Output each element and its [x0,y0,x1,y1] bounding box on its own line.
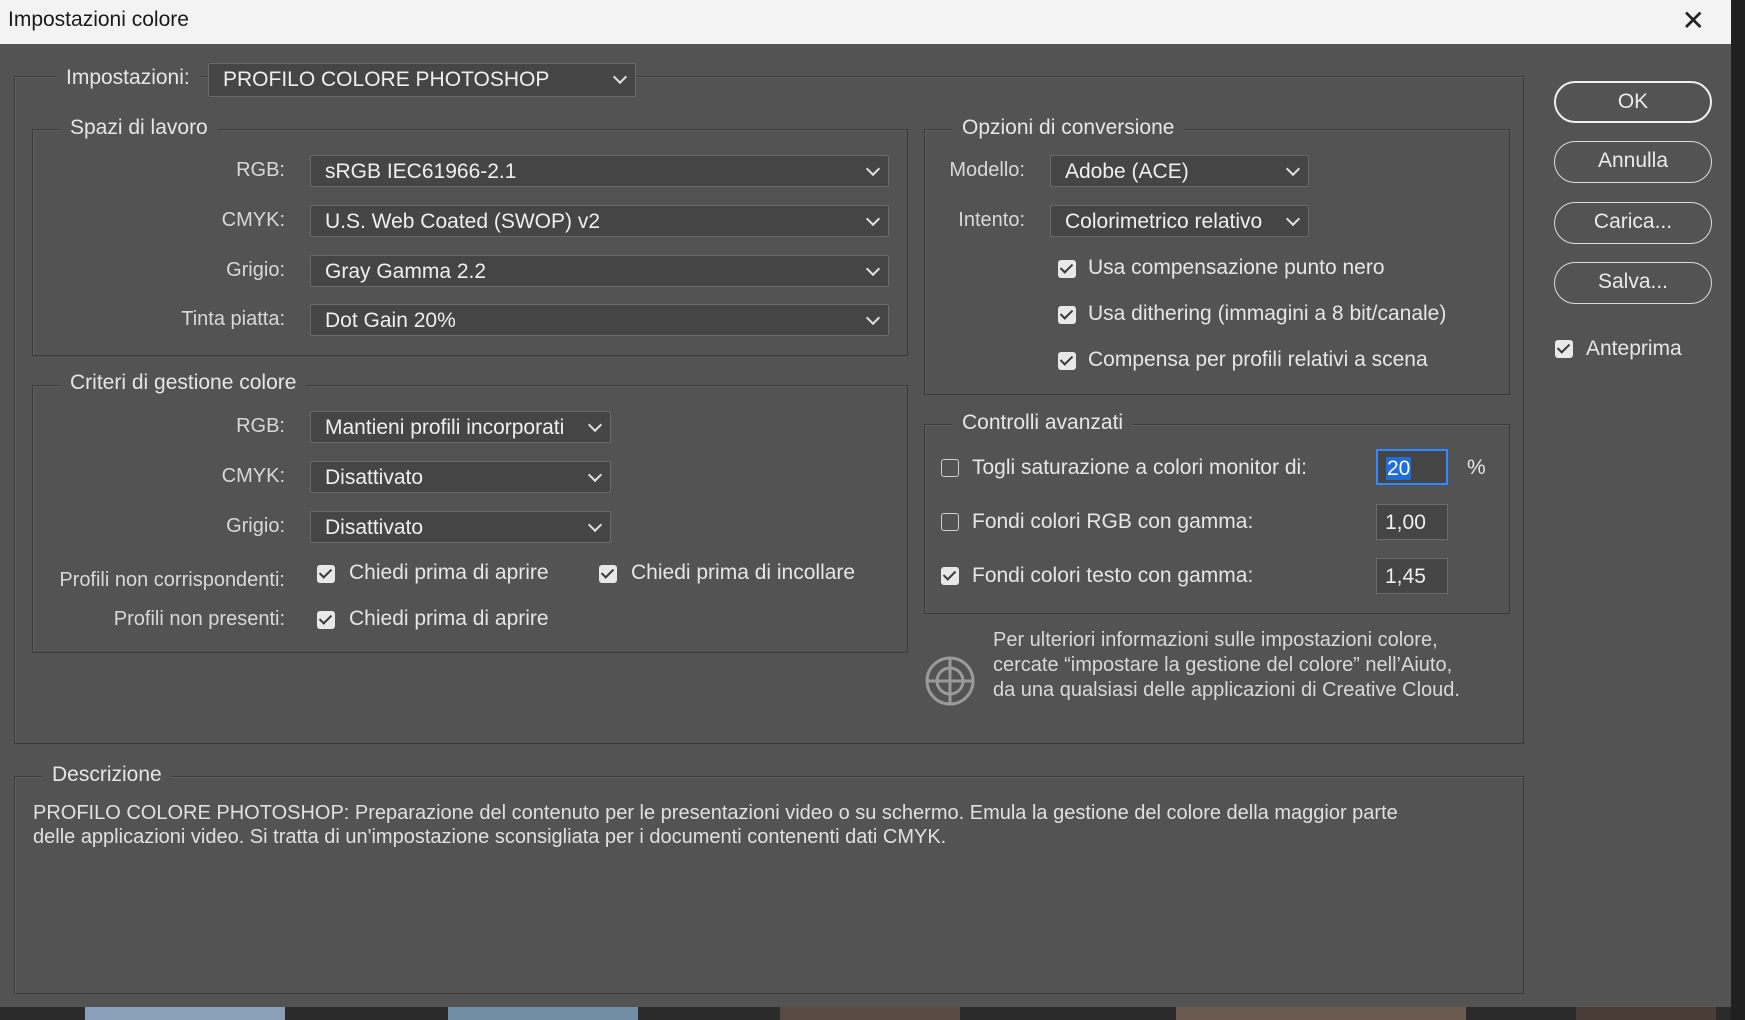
help-info-text: Per ulteriori informazioni sulle imposta… [993,629,1460,701]
title-bar: Impostazioni colore ✕ [0,0,1731,44]
mismatch-open-label[interactable]: Chiedi prima di aprire [349,561,549,585]
mismatch-open-checkbox[interactable] [317,565,335,583]
blend-text-label[interactable]: Fondi colori testo con gamma: [972,564,1253,588]
description-text: PROFILO COLORE PHOTOSHOP: Preparazione d… [33,802,1398,848]
policy-rgb-select[interactable]: Mantieni profili incorporati [310,411,611,443]
advanced-title: Controlli avanzati [952,411,1134,435]
missing-open-label[interactable]: Chiedi prima di aprire [349,607,549,631]
scene-referred-checkbox[interactable] [1058,352,1076,370]
profile-mismatch-label: Profili non corrispondenti: [59,569,285,591]
ws-gray-label: Grigio: [226,259,285,281]
mismatch-paste-label[interactable]: Chiedi prima di incollare [631,561,855,585]
blend-rgb-checkbox[interactable] [941,513,959,531]
missing-open-checkbox[interactable] [317,611,335,629]
working-spaces-title: Spazi di lavoro [60,116,218,140]
close-icon[interactable]: ✕ [1682,4,1705,37]
background-app-edge [1731,0,1745,1020]
policy-cmyk-label: CMYK: [221,465,285,487]
chevron-down-icon [865,261,881,277]
conversion-title: Opzioni di conversione [952,116,1185,140]
color-wheel-icon [925,656,975,706]
policy-cmyk-select[interactable]: Disattivato [310,461,611,493]
blend-text-checkbox[interactable] [941,567,959,585]
ws-spot-select[interactable]: Dot Gain 20% [310,304,889,336]
desaturate-input[interactable]: 20 [1376,449,1448,485]
load-button[interactable]: Carica... [1554,202,1712,244]
profile-missing-label: Profili non presenti: [113,608,285,630]
scene-referred-label[interactable]: Compensa per profili relativi a scena [1088,348,1428,372]
window-title: Impostazioni colore [8,8,189,31]
chevron-down-icon [1285,161,1301,177]
save-button[interactable]: Salva... [1554,262,1712,304]
desaturate-unit: % [1467,456,1486,479]
chevron-down-icon [587,517,603,533]
preview-checkbox[interactable] [1555,340,1573,358]
chevron-down-icon [612,69,628,85]
ws-rgb-label: RGB: [236,159,285,181]
policy-gray-label: Grigio: [226,515,285,537]
chevron-down-icon [1285,211,1301,227]
chevron-down-icon [865,310,881,326]
desaturate-label[interactable]: Togli saturazione a colori monitor di: [972,456,1307,480]
policy-gray-select[interactable]: Disattivato [310,511,611,543]
ok-button[interactable]: OK [1554,81,1712,123]
blend-text-input[interactable]: 1,45 [1376,558,1448,594]
description-title: Descrizione [42,763,172,787]
intent-label: Intento: [958,209,1025,231]
engine-select[interactable]: Adobe (ACE) [1050,155,1309,187]
dither-label[interactable]: Usa dithering (immagini a 8 bit/canale) [1088,302,1446,326]
chevron-down-icon [865,211,881,227]
mismatch-paste-checkbox[interactable] [599,565,617,583]
policies-title: Criteri di gestione colore [60,371,307,395]
settings-label: Impostazioni: [56,66,200,90]
intent-select[interactable]: Colorimetrico relativo [1050,205,1309,237]
engine-label: Modello: [949,159,1025,181]
chevron-down-icon [587,417,603,433]
color-settings-dialog: Impostazioni colore ✕ Impostazioni: PROF… [0,0,1731,1007]
ws-gray-select[interactable]: Gray Gamma 2.2 [310,255,889,287]
chevron-down-icon [587,467,603,483]
policy-rgb-label: RGB: [236,415,285,437]
black-point-checkbox[interactable] [1058,260,1076,278]
ws-spot-label: Tinta piatta: [181,308,285,330]
desaturate-checkbox[interactable] [941,459,959,477]
settings-select[interactable]: PROFILO COLORE PHOTOSHOP [208,63,636,97]
preview-label[interactable]: Anteprima [1586,337,1682,361]
dither-checkbox[interactable] [1058,306,1076,324]
ws-cmyk-select[interactable]: U.S. Web Coated (SWOP) v2 [310,205,889,237]
chevron-down-icon [865,161,881,177]
cancel-button[interactable]: Annulla [1554,141,1712,183]
black-point-label[interactable]: Usa compensazione punto nero [1088,256,1385,280]
ws-rgb-select[interactable]: sRGB IEC61966-2.1 [310,155,889,187]
blend-rgb-input[interactable]: 1,00 [1376,504,1448,540]
background-photo-strip [0,1007,1731,1020]
blend-rgb-label[interactable]: Fondi colori RGB con gamma: [972,510,1253,534]
ws-cmyk-label: CMYK: [221,209,285,231]
